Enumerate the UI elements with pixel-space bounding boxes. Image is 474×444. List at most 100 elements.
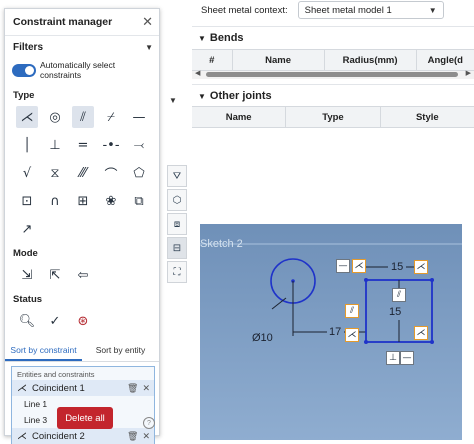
coincident-icon[interactable]: ⋌: [414, 260, 428, 274]
help-icon[interactable]: ?: [143, 417, 155, 429]
table-icon[interactable]: ⊟: [167, 237, 187, 259]
sheet-metal-context: Sheet metal context: Sheet metal model 1…: [201, 0, 444, 20]
perpendicular-icon[interactable]: ⊥: [386, 351, 400, 365]
perpendicular-icon[interactable]: ⊥: [44, 134, 66, 156]
normal-icon[interactable]: ⤙: [128, 134, 150, 156]
scroll-right-icon[interactable]: ▶: [466, 69, 471, 77]
mode-grid: ⇲ ⇱ ⇦: [5, 262, 159, 288]
curvature-icon[interactable]: ⌒: [100, 162, 122, 184]
u-shape-icon[interactable]: ∩: [44, 190, 66, 212]
flat-view-icon[interactable]: ⧈: [167, 213, 187, 235]
circular-pattern-icon[interactable]: ❀: [100, 190, 122, 212]
parallel-icon[interactable]: ⫽: [72, 106, 94, 128]
column-header[interactable]: Angle(d: [417, 50, 474, 70]
auto-select-toggle[interactable]: [12, 63, 36, 77]
horizontal-scrollbar[interactable]: ◀ ▶: [192, 69, 474, 79]
bends-table-header: # Name Radius(mm) Angle(d: [192, 49, 474, 71]
coincident-icon: ⋌: [17, 382, 27, 394]
chevron-down-icon: ▼: [198, 33, 206, 43]
sketch-viewport[interactable]: Sketch 2 Ø10 17 15 15 — ⋌ ⋌ ⫽ ⫽ ⋌ ⋌ ⊥ —: [192, 224, 474, 440]
close-icon[interactable]: ✕: [142, 383, 150, 394]
list-header: Entities and constraints: [17, 370, 95, 379]
column-header[interactable]: Radius(mm): [325, 50, 417, 70]
column-header[interactable]: #: [192, 50, 233, 70]
tangent-icon[interactable]: ⌿: [100, 106, 122, 128]
sheet-metal-icon[interactable]: ⛛: [167, 165, 187, 187]
joints-table-header: Name Type Style: [192, 106, 474, 128]
joints-section-header[interactable]: ▼ Other joints: [192, 84, 474, 107]
projected-icon[interactable]: ⊡: [16, 190, 38, 212]
rigid-icon[interactable]: ⬠: [128, 162, 150, 184]
pierce-icon[interactable]: √: [16, 162, 38, 184]
search-icon[interactable]: 🔍︎: [16, 310, 38, 332]
chevron-down-icon: ▼: [198, 91, 206, 101]
finish-icon[interactable]: ⛶: [167, 261, 187, 283]
type-filter-grid: ⋌ ◎ ⫽ ⌿ — │ ⊥ = -•- ⤙ √ ⧖ ⁄⁄⁄ ⌒ ⬠ ⊡ ∩ ⊞ …: [5, 104, 159, 242]
mode-in-icon[interactable]: ⇲: [16, 264, 38, 286]
symmetric-icon[interactable]: ⧖: [44, 162, 66, 184]
vertical-icon[interactable]: │: [16, 134, 38, 156]
horizontal-dimension[interactable]: 17: [329, 326, 341, 338]
equal-icon[interactable]: =: [72, 134, 94, 156]
panel-header: Constraint manager ✕: [5, 9, 159, 36]
fix-icon[interactable]: ↗: [16, 218, 38, 240]
context-select[interactable]: Sheet metal model 1 ▼: [297, 1, 444, 19]
constraint-manager-panel: Constraint manager ✕ Filters ▼ Automatic…: [4, 8, 160, 444]
coincident-icon[interactable]: ⋌: [16, 106, 38, 128]
top-dimension[interactable]: 15: [391, 261, 403, 273]
filters-dropdown[interactable]: Filters ▼: [5, 36, 159, 58]
column-header[interactable]: Type: [286, 107, 381, 127]
auto-select-row: Automatically select constraints: [5, 58, 159, 84]
horizontal-icon[interactable]: —: [400, 351, 414, 365]
column-header[interactable]: Name: [192, 107, 287, 127]
pattern-icon[interactable]: ⁄⁄⁄: [72, 162, 94, 184]
midpoint-icon[interactable]: -•-: [100, 134, 122, 156]
column-header[interactable]: Name: [233, 50, 325, 70]
horizontal-icon[interactable]: —: [336, 259, 350, 273]
auto-select-label: Automatically select constraints: [40, 60, 116, 80]
sketch-label: Sketch 2: [200, 238, 243, 250]
parallel-icon[interactable]: ⫽: [392, 288, 406, 302]
trash-icon[interactable]: 🗑︎: [127, 383, 138, 394]
bends-title: Bends: [209, 32, 244, 44]
type-section-label: Type: [13, 90, 35, 101]
tab-sort-by-entity[interactable]: Sort by entity: [82, 340, 159, 361]
column-header[interactable]: Style: [381, 107, 474, 127]
context-label: Sheet metal context:: [201, 4, 288, 16]
chevron-down-icon: ▼: [145, 42, 153, 52]
coincident-icon[interactable]: ⋌: [345, 328, 359, 342]
close-icon[interactable]: ✕: [142, 14, 153, 30]
delete-all-button[interactable]: Delete all: [57, 407, 113, 429]
coincident-icon[interactable]: ⋌: [414, 326, 428, 340]
cube-icon[interactable]: ⬡: [167, 189, 187, 211]
concentric-icon[interactable]: ◎: [44, 106, 66, 128]
scroll-left-icon[interactable]: ◀: [195, 69, 200, 77]
status-section-label: Status: [13, 294, 43, 305]
joints-title: Other joints: [209, 90, 272, 102]
horizontal-icon[interactable]: —: [128, 106, 150, 128]
list-item[interactable]: ⋌ Coincident 2 🗑︎ ✕: [12, 428, 154, 444]
grid-pattern-icon[interactable]: ⊞: [72, 190, 94, 212]
diameter-dimension[interactable]: Ø10: [252, 332, 273, 344]
coincident-icon[interactable]: ⋌: [352, 259, 366, 273]
vertex: [430, 278, 434, 282]
tab-sort-by-constraint[interactable]: Sort by constraint: [5, 340, 82, 361]
parallel-icon[interactable]: ⫽: [345, 304, 359, 318]
tool-strip: ⛛ ⬡ ⧈ ⊟ ⛶: [167, 165, 187, 285]
bends-section-header[interactable]: ▼ Bends: [192, 26, 474, 49]
vertex: [364, 278, 368, 282]
error-search-icon[interactable]: ⊛: [72, 310, 94, 332]
mode-arrow-icon[interactable]: ⇦: [72, 264, 94, 286]
status-grid: 🔍︎ ✓ ⊛: [5, 308, 159, 334]
list-item[interactable]: ⋌ Coincident 1 🗑︎ ✕: [12, 380, 154, 396]
check-search-icon[interactable]: ✓: [44, 310, 66, 332]
mode-out-icon[interactable]: ⇱: [44, 264, 66, 286]
vertex: [364, 340, 368, 344]
scroll-thumb[interactable]: [206, 72, 458, 77]
vertex: [430, 340, 434, 344]
chevron-down-icon[interactable]: ▼: [169, 96, 177, 105]
chevron-down-icon: ▼: [428, 5, 437, 15]
viewport-right-margin: [462, 224, 474, 440]
offset-icon[interactable]: ⧉: [128, 190, 150, 212]
vertical-dimension[interactable]: 15: [389, 306, 401, 318]
